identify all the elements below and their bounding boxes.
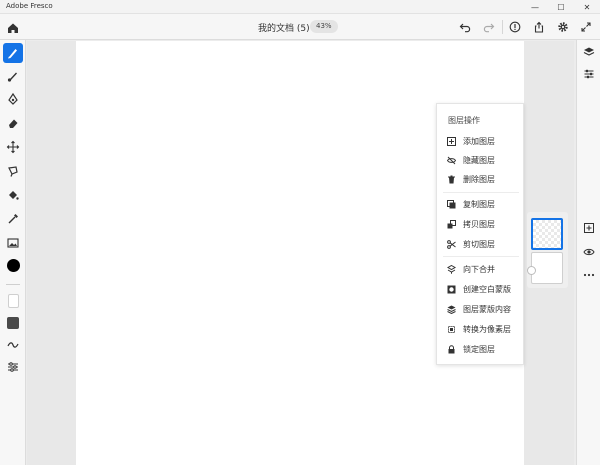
menu-item-label: 转换为像素层 [463,324,511,334]
window-controls: — ☐ ✕ [522,0,600,14]
brush-settings-icon[interactable] [3,357,23,377]
toolbar-divider [6,284,20,285]
brush-stroke-icon[interactable] [3,335,23,355]
menu-item-label: 添加图层 [463,136,495,146]
menu-item-hide-layer[interactable]: 隐藏图层 [447,153,523,167]
undo-icon[interactable] [458,20,472,34]
lock-icon [447,344,456,354]
more-options-icon[interactable] [582,268,596,282]
close-button[interactable]: ✕ [574,0,600,14]
menu-item-label: 复制图层 [463,199,495,209]
minimize-button[interactable]: — [522,0,548,14]
fill-tool-icon[interactable] [3,185,23,205]
fullscreen-icon[interactable] [579,20,593,34]
layer-mask-handle[interactable] [527,266,536,275]
duplicate-layer-icon [447,199,456,209]
properties-icon[interactable] [582,67,596,81]
eyedropper-tool-icon[interactable] [3,209,23,229]
delete-layer-icon [447,175,456,184]
pixel-brush-tool-icon[interactable] [3,43,23,63]
maximize-button[interactable]: ☐ [548,0,574,14]
app-title: Adobe Fresco [6,2,53,10]
menu-item-lock-layer[interactable]: 锁定图层 [447,342,523,356]
menu-item-label: 拷贝图层 [463,219,495,229]
left-toolbar [0,40,26,465]
menu-item-label: 剪切图层 [463,239,495,249]
menu-item-add-layer[interactable]: 添加图层 [447,134,523,148]
menu-item-label: 创建空白蒙版 [463,284,511,294]
menu-item-label: 删除图层 [463,174,495,184]
convert-pixel-icon [447,325,456,334]
gear-icon[interactable] [556,20,570,34]
layer-thumbnail-selected[interactable] [531,218,563,250]
layer-actions-menu: 图层操作 添加图层 隐藏图层 删除图层 复制图层 拷贝图层 剪切图层 向下合并 … [436,103,524,365]
zoom-level[interactable]: 43% [310,20,338,33]
menu-item-label: 向下合并 [463,264,495,274]
menu-header: 图层操作 [448,116,480,125]
mask-content-icon [447,305,456,314]
info-icon[interactable] [508,20,522,34]
menu-divider [443,192,519,193]
vector-brush-tool-icon[interactable] [3,89,23,109]
toolbar-divider [502,20,503,34]
eye-icon[interactable] [582,245,596,259]
menu-item-cut-layer[interactable]: 剪切图层 [447,237,523,251]
eraser-tool-icon[interactable] [3,113,23,133]
live-brush-tool-icon[interactable] [3,66,23,86]
menu-item-convert-pixel[interactable]: 转换为像素层 [447,322,523,336]
layer-thumbnail[interactable] [531,252,563,284]
brush-size-control[interactable] [3,291,23,311]
mask-icon [447,285,456,294]
redo-icon[interactable] [482,20,496,34]
menu-item-delete-layer[interactable]: 删除图层 [447,172,523,186]
right-rail [576,40,600,465]
menu-item-label: 锁定图层 [463,344,495,354]
share-icon[interactable] [532,20,546,34]
layers-panel [527,212,568,288]
menu-divider [443,256,519,257]
add-layer-icon[interactable] [582,221,596,235]
top-toolbar: 我的文档 (5) 43% [0,14,600,40]
hide-layer-icon [447,156,456,165]
cut-layer-icon [447,239,456,249]
menu-item-label: 隐藏图层 [463,155,495,165]
copy-layer-icon [447,219,456,229]
title-bar: Adobe Fresco — ☐ ✕ [0,0,600,14]
brush-opacity-control[interactable] [3,313,23,333]
move-tool-icon[interactable] [3,137,23,157]
menu-item-duplicate-layer[interactable]: 复制图层 [447,197,523,211]
menu-item-label: 图层蒙版内容 [463,304,511,314]
layers-icon[interactable] [582,45,596,59]
menu-item-mask-content[interactable]: 图层蒙版内容 [447,302,523,316]
merge-down-icon [447,264,456,274]
menu-item-create-mask[interactable]: 创建空白蒙版 [447,282,523,296]
menu-item-copy-layer[interactable]: 拷贝图层 [447,217,523,231]
image-tool-icon[interactable] [3,233,23,253]
color-swatch[interactable] [3,255,23,275]
lasso-tool-icon[interactable] [3,161,23,181]
document-title[interactable]: 我的文档 (5) [258,21,310,34]
menu-item-merge-down[interactable]: 向下合并 [447,262,523,276]
add-layer-icon [447,136,456,146]
home-icon[interactable] [6,20,20,34]
